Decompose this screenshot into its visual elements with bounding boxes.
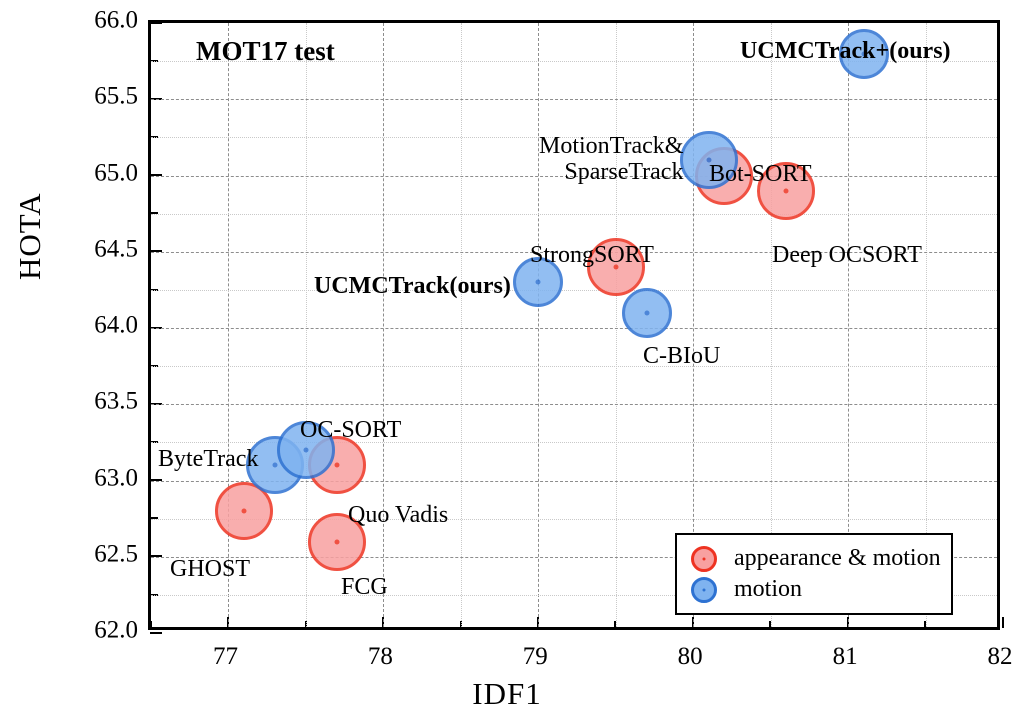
legend-item[interactable]: appearance & motion xyxy=(691,543,941,574)
y-tick-label: 63.5 xyxy=(94,387,138,415)
legend-label: appearance & motion xyxy=(734,545,941,571)
y-tick-label: 63.0 xyxy=(94,464,138,491)
y-tick-label: 65.5 xyxy=(94,82,138,110)
point-label-line-2: SparseTrack xyxy=(564,158,684,185)
legend-swatch-dot xyxy=(702,588,706,591)
point-label: ByteTrack xyxy=(158,446,259,472)
point-label: OC-SORT xyxy=(300,417,402,443)
y-tick-label: 62.0 xyxy=(94,616,138,644)
x-tick-label: 81 xyxy=(832,643,858,670)
point-label: StrongSORT xyxy=(530,242,654,268)
y-tick-label: 65.0 xyxy=(94,159,138,186)
legend-swatch xyxy=(691,545,717,572)
legend-swatch-dot xyxy=(702,557,706,560)
x-tick-mark xyxy=(1001,617,1004,628)
y-tick-label: 62.5 xyxy=(94,540,138,568)
y-tick-mark xyxy=(150,631,162,634)
x-tick-label: 80 xyxy=(677,643,703,670)
x-axis-title: IDF1 xyxy=(472,676,542,711)
x-tick-label: 79 xyxy=(522,643,548,670)
legend-label: motion xyxy=(734,576,803,602)
point-label: FCG xyxy=(341,574,388,600)
point-label: UCMCTrack+(ours) xyxy=(740,38,951,64)
y-tick-label: 66.0 xyxy=(94,6,138,34)
x-tick-label: 82 xyxy=(987,643,1013,670)
point-label: GHOST xyxy=(170,556,251,582)
chart-figure: HOTA IDF1 77 78 79 80 81 82 62.0 62.5 63.0 63.5 6… xyxy=(0,0,1014,724)
legend: appearance & motion motion xyxy=(675,533,953,615)
y-tick-label: 64.0 xyxy=(94,311,138,339)
point-label: UCMCTrack(ours) xyxy=(314,273,511,299)
point-label-line-1: MotionTrack& xyxy=(539,133,684,159)
point-label: Quo Vadis xyxy=(348,502,449,528)
plot-title: MOT17 test xyxy=(196,36,335,66)
legend-item[interactable]: motion xyxy=(691,574,933,605)
y-axis-title: HOTA xyxy=(12,192,47,280)
point-label-multiline: MotionTrack& SparseTrack xyxy=(539,133,684,186)
x-tick-label: 77 xyxy=(212,643,238,670)
point-label: C-BIoU xyxy=(643,343,721,369)
legend-swatch xyxy=(691,576,717,603)
x-tick-label: 78 xyxy=(367,643,393,670)
y-tick-label: 64.5 xyxy=(94,235,138,263)
point-label: Bot-SORT xyxy=(709,161,812,187)
point-label: Deep OCSORT xyxy=(772,242,922,268)
